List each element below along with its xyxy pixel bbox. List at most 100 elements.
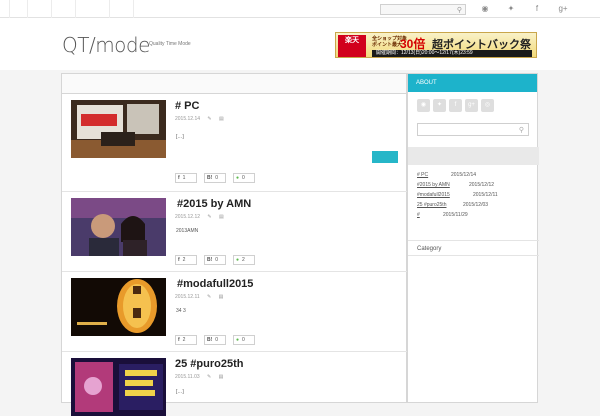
recent-post-link[interactable]: # [417,212,420,218]
banner-brand: 楽天 [338,35,366,57]
post-title[interactable]: #modafull2015 [177,278,253,290]
facebook-share-button[interactable]: f1 [175,173,197,183]
site-logo[interactable]: QT/mode [62,33,150,57]
comment-count: 2 [242,257,245,263]
folder-icon: ▤ [219,116,224,122]
search-icon[interactable]: ⚲ [457,6,462,14]
sidebar: ABOUT ◉ ✦ f g+ ◎ ⚲ # PC 2015/12/14 #2015 … [407,73,539,403]
topbar-divider [10,0,28,18]
post-title[interactable]: 25 #puro25th [175,358,243,370]
facebook-icon: f [178,337,180,343]
recent-post-link[interactable]: #modafull2015 [417,192,450,198]
pencil-icon: ✎ [207,374,212,380]
post-title[interactable]: # PC [175,100,199,112]
topbar-divider [52,0,76,18]
comment-icon: ● [236,257,240,263]
post-meta: 2015.12.11 ✎ ▤ [175,294,229,300]
facebook-icon[interactable]: f [449,99,462,112]
twitter-icon[interactable]: ✦ [433,99,446,112]
sidebar-category-header: Category [408,240,539,256]
facebook-share-button[interactable]: f2 [175,335,197,345]
topbar-divider [28,0,52,18]
hatena-share-button[interactable]: B! 0 [204,255,226,265]
sidebar-search-input[interactable]: ⚲ [417,123,529,136]
facebook-count: 2 [182,257,186,263]
hatena-count: 0 [215,257,219,263]
post-meta: 2015.12.14 ✎ ▤ [175,116,230,122]
comment-count: 0 [242,337,245,343]
recent-posts-list: # PC 2015/12/14 #2015 by AMN 2015/12/12 #m… [417,172,535,222]
list-item[interactable]: #2015/11/29 [417,212,535,222]
post-thumbnail[interactable] [71,358,166,416]
list-item[interactable]: 25 #puro25th 2015/12/03 [417,202,535,212]
recent-post-link[interactable]: 25 #puro25th [417,202,446,208]
post-date: 2015.12.12 [175,214,201,220]
facebook-count: 1 [182,175,186,181]
search-icon[interactable]: ⚲ [519,126,524,134]
facebook-icon[interactable]: f [524,2,550,16]
site-header: QT/mode Quality Time Mode 楽天 全ショップ対象 ポイン… [0,18,600,70]
list-item[interactable]: # PC 2015/12/14 [417,172,535,182]
comment-share-button[interactable]: ● 2 [233,255,255,265]
facebook-icon: f [178,257,180,263]
googleplus-icon[interactable]: g+ [550,2,576,16]
recent-post-link[interactable]: #2015 by AMN [417,182,450,188]
hatena-icon: B! [207,257,213,263]
recent-post-link[interactable]: # PC [417,172,428,178]
top-search-input[interactable]: ⚲ [380,4,466,15]
folder-icon: ▤ [219,214,224,220]
read-more-button[interactable] [372,151,398,163]
ad-banner[interactable]: 楽天 全ショップ対象 ポイント最大 30倍 超ポイントバック祭 開催期間：12/… [335,32,537,58]
pencil-icon: ✎ [207,214,212,220]
post-title[interactable]: #2015 by AMN [177,198,251,210]
googleplus-icon[interactable]: g+ [465,99,478,112]
topbar-divider [76,0,110,18]
rss-icon[interactable]: ◉ [472,2,498,16]
list-item[interactable]: #modafull2015 2015/12/11 [417,192,535,202]
hatena-icon: B! [207,175,213,181]
post-item: #modafull2015 2015.12.11 ✎ ▤ 34 3 f2 B! 0… [62,272,408,352]
post-thumbnail[interactable] [71,278,166,336]
facebook-share-button[interactable]: f2 [175,255,197,265]
pencil-icon: ✎ [207,294,212,300]
post-excerpt: […] [176,134,184,140]
hatena-icon: B! [207,337,213,343]
list-item[interactable]: #2015 by AMN 2015/12/12 [417,182,535,192]
comment-share-button[interactable]: ● 0 [233,173,255,183]
post-item: 25 #puro25th 2015.11.03 ✎ ▤ […] [62,352,408,416]
sidebar-section-bar [408,147,539,165]
main-header-bar [62,74,406,94]
folder-icon: ▤ [218,374,224,380]
rss-icon[interactable]: ◉ [417,99,430,112]
hatena-share-button[interactable]: B! 0 [204,335,226,345]
post-excerpt: 34 3 [176,308,186,314]
banner-period: 開催期間：12/13(日)20:00～12/17(木)23:59 [372,50,532,57]
post-excerpt: […] [176,389,184,395]
facebook-icon: f [178,175,180,181]
recent-post-date: 2015/12/14 [451,172,477,178]
post-thumbnail[interactable] [71,100,166,158]
post-meta: 2015.12.12 ✎ ▤ [175,214,230,220]
comment-share-button[interactable]: ● 0 [233,335,255,345]
post-date: 2015.11.03 [175,374,200,380]
comment-icon: ● [236,337,240,343]
pencil-icon: ✎ [207,116,212,122]
twitter-icon[interactable]: ✦ [498,2,524,16]
topbar-divider [110,0,134,18]
post-thumbnail[interactable] [71,198,166,256]
hatena-count: 0 [215,337,219,343]
hatena-count: 0 [215,175,219,181]
topbar-divider [0,0,10,18]
site-tagline: Quality Time Mode [149,41,191,47]
post-excerpt: 2013AMN [176,228,199,234]
post-meta: 2015.11.03 ✎ ▤ [175,374,229,380]
recent-post-date: 2015/12/11 [473,192,498,198]
comment-count: 0 [242,175,245,181]
top-bar: ⚲ ◉ ✦ f g+ [0,0,600,18]
facebook-count: 2 [182,337,186,343]
post-item: # PC 2015.12.14 ✎ ▤ […] f1 B! 0 ● 0 [62,94,408,192]
feed-icon[interactable]: ◎ [481,99,494,112]
folder-icon: ▤ [218,294,224,300]
hatena-share-button[interactable]: B! 0 [204,173,226,183]
recent-post-date: 2015/12/03 [463,202,489,208]
